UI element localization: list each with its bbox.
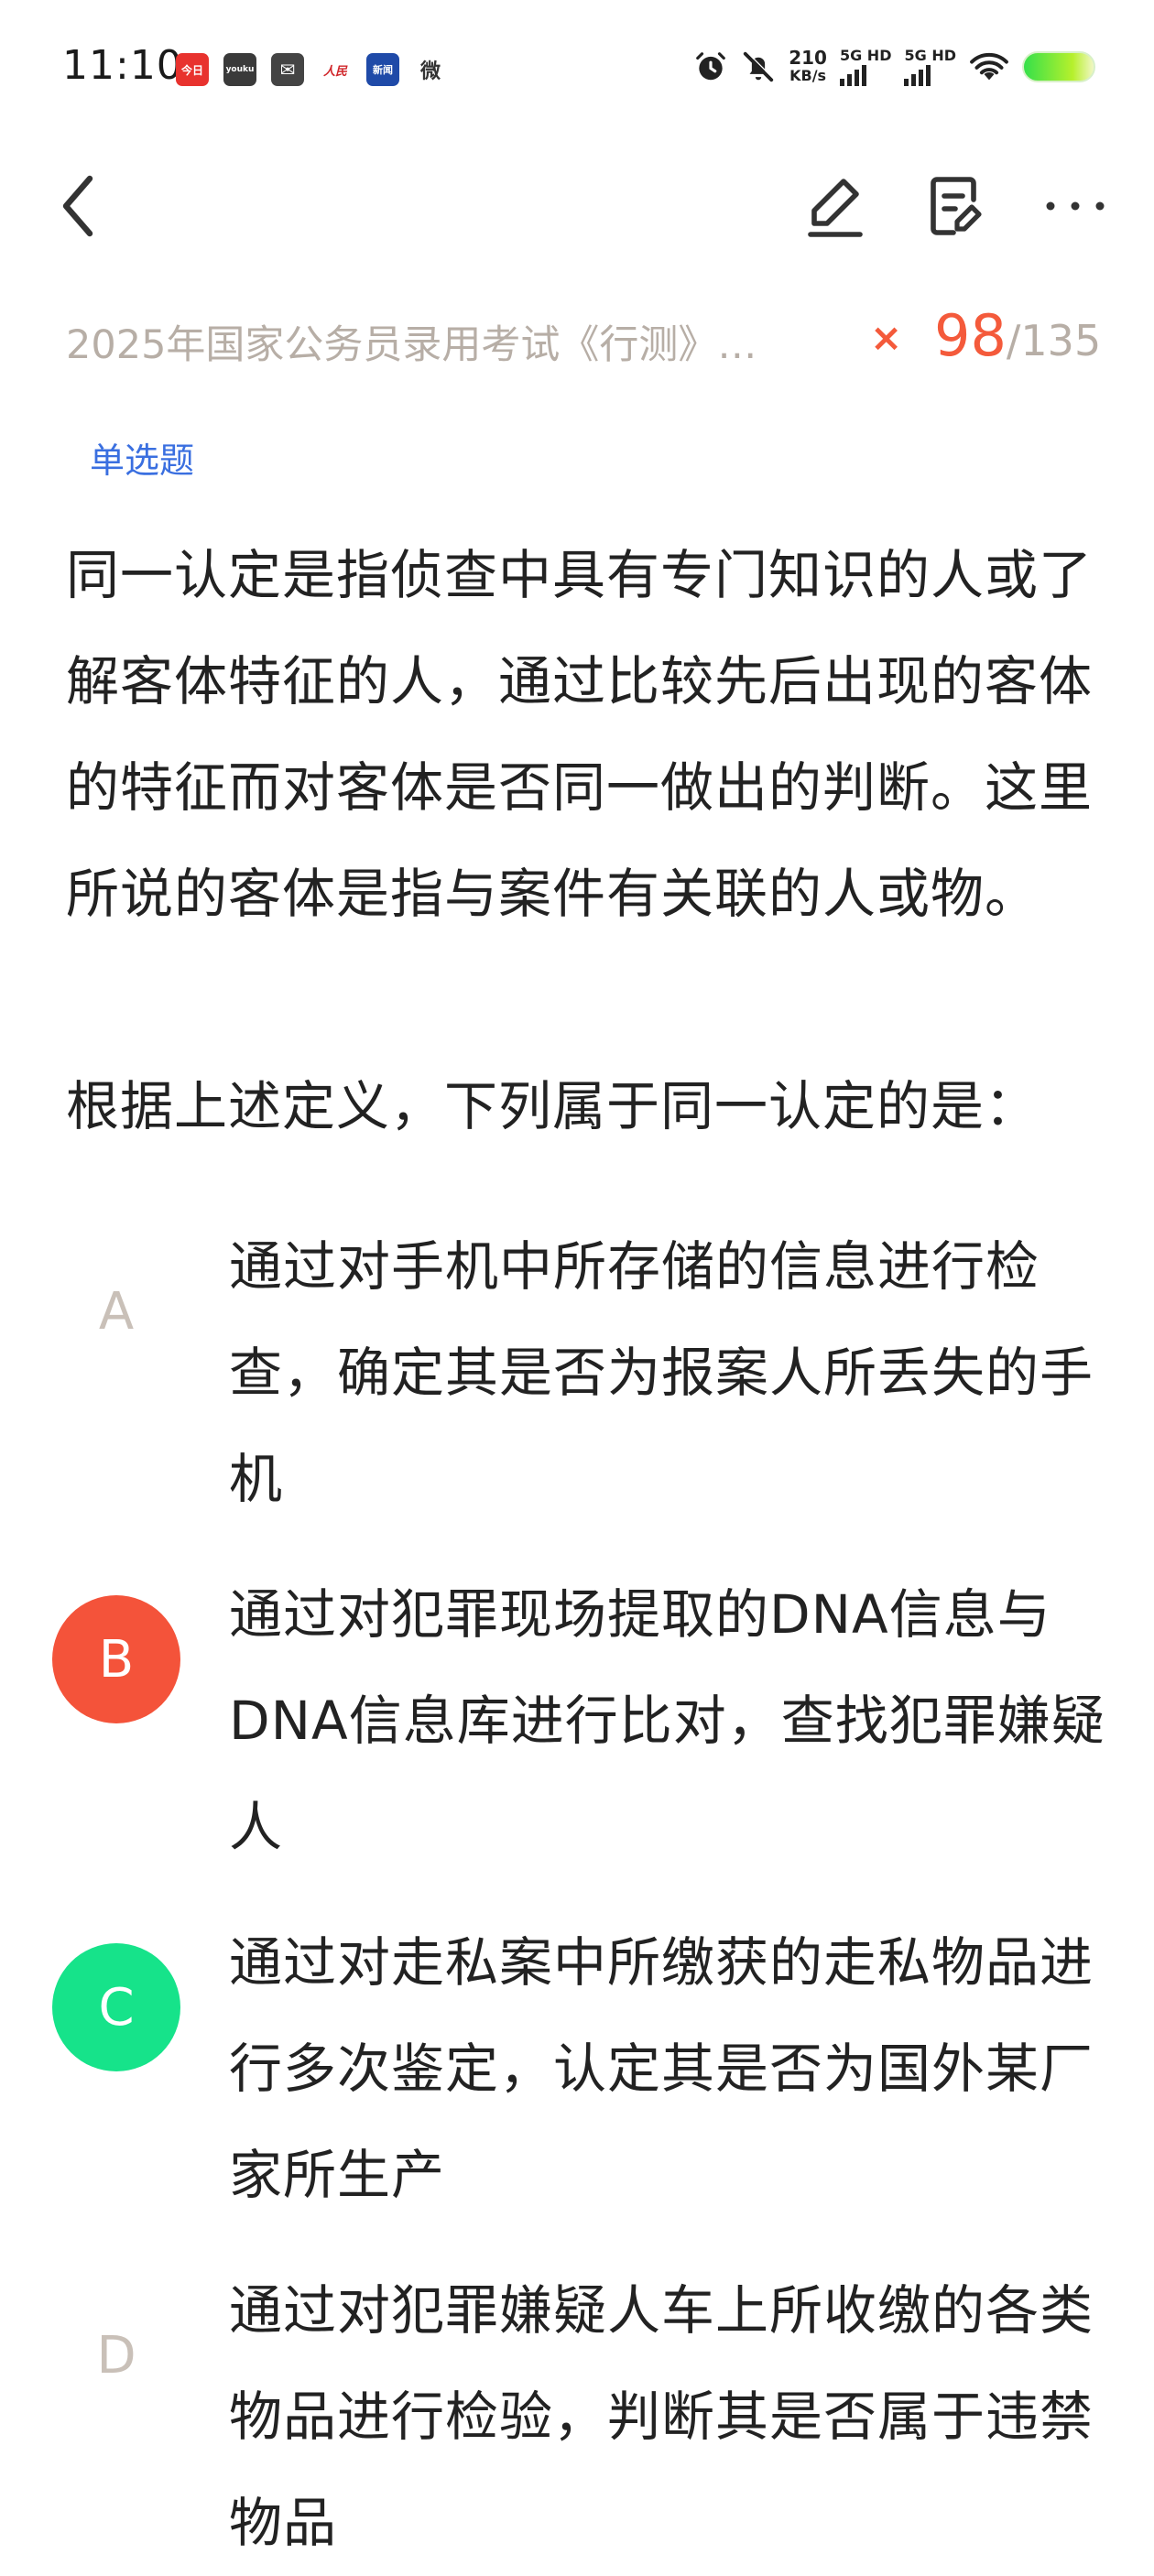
status-bar: 11:10 今日 youku ✉ 人民 新闻 微 210 KB/s 5G HD <box>0 0 1154 137</box>
total-questions: 135 <box>1020 316 1102 365</box>
question-progress[interactable]: 98/135 <box>934 302 1101 369</box>
net-speed-unit: KB/s <box>789 67 827 84</box>
news-app-icon: 新闻 <box>366 53 399 86</box>
note-edit-icon <box>931 177 982 235</box>
edit-button[interactable] <box>799 169 872 243</box>
option-a-text: 通过对手机中所存储的信息进行检查，确定其是否为报案人所丢失的手机 <box>229 1235 1094 1510</box>
option-c-badge: C <box>52 1943 180 2071</box>
net-speed: 210 KB/s <box>789 49 827 85</box>
option-b-badge: B <box>52 1595 180 1723</box>
alarm-icon <box>696 52 726 81</box>
question-header: 2025年国家公务员录用考试《行测》… × 98/135 <box>66 302 1110 375</box>
notification-icons: 今日 youku ✉ 人民 新闻 微 <box>176 53 447 86</box>
option-d-text: 通过对犯罪嫌疑人车上所收缴的各类物品进行检验，判断其是否属于违禁物品 <box>229 2279 1094 2554</box>
app-icon-1: 今日 <box>176 53 209 86</box>
youku-icon: youku <box>223 53 256 86</box>
progress-separator: / <box>1006 316 1021 365</box>
sim1-signal: 5G HD <box>839 47 892 86</box>
system-icons: 210 KB/s 5G HD 5G HD <box>693 48 1095 86</box>
chevron-left-icon <box>62 175 93 237</box>
option-b-text: 通过对犯罪现场提取的DNA信息与DNA信息库进行比对，查找犯罪嫌疑人 <box>229 1583 1105 1858</box>
current-question-number: 98 <box>934 302 1007 369</box>
option-a-badge: A <box>98 1281 135 1342</box>
weibo-icon: 微 <box>414 53 447 86</box>
sim1-signal-bars-icon <box>839 64 892 86</box>
pencil-icon <box>808 179 863 237</box>
back-button[interactable] <box>42 169 115 243</box>
more-button[interactable] <box>1039 169 1112 243</box>
wifi-icon <box>970 52 1008 81</box>
sim1-label: 5G HD <box>839 47 892 64</box>
mail-icon: ✉ <box>271 53 304 86</box>
more-horizontal-icon <box>1046 201 1105 211</box>
peoples-daily-icon: 人民 <box>319 53 352 86</box>
option-d-badge: D <box>96 2325 136 2386</box>
wrong-mark-icon: × <box>870 315 903 360</box>
note-button[interactable] <box>920 169 993 243</box>
toolbar <box>0 156 1154 256</box>
option-c-text: 通过对走私案中所缴获的走私物品进行多次鉴定，认定其是否为国外某厂家所生产 <box>229 1931 1094 2206</box>
mute-icon <box>744 51 775 82</box>
net-speed-value: 210 <box>789 47 827 69</box>
sim2-signal: 5G HD <box>904 48 956 86</box>
question-prompt: 根据上述定义，下列属于同一认定的是： <box>66 1075 1040 1137</box>
battery-icon <box>1022 51 1095 82</box>
status-time: 11:10 <box>62 42 183 89</box>
sim2-signal-bars-icon <box>904 64 956 86</box>
question-type-label: 单选题 <box>90 440 195 481</box>
exam-title[interactable]: 2025年国家公务员录用考试《行测》… <box>66 313 817 370</box>
sim2-label: 5G HD <box>904 47 956 64</box>
question-stem: 同一认定是指侦查中具有专门知识的人或了解客体特征的人，通过比较先后出现的客体的特… <box>66 544 1094 925</box>
